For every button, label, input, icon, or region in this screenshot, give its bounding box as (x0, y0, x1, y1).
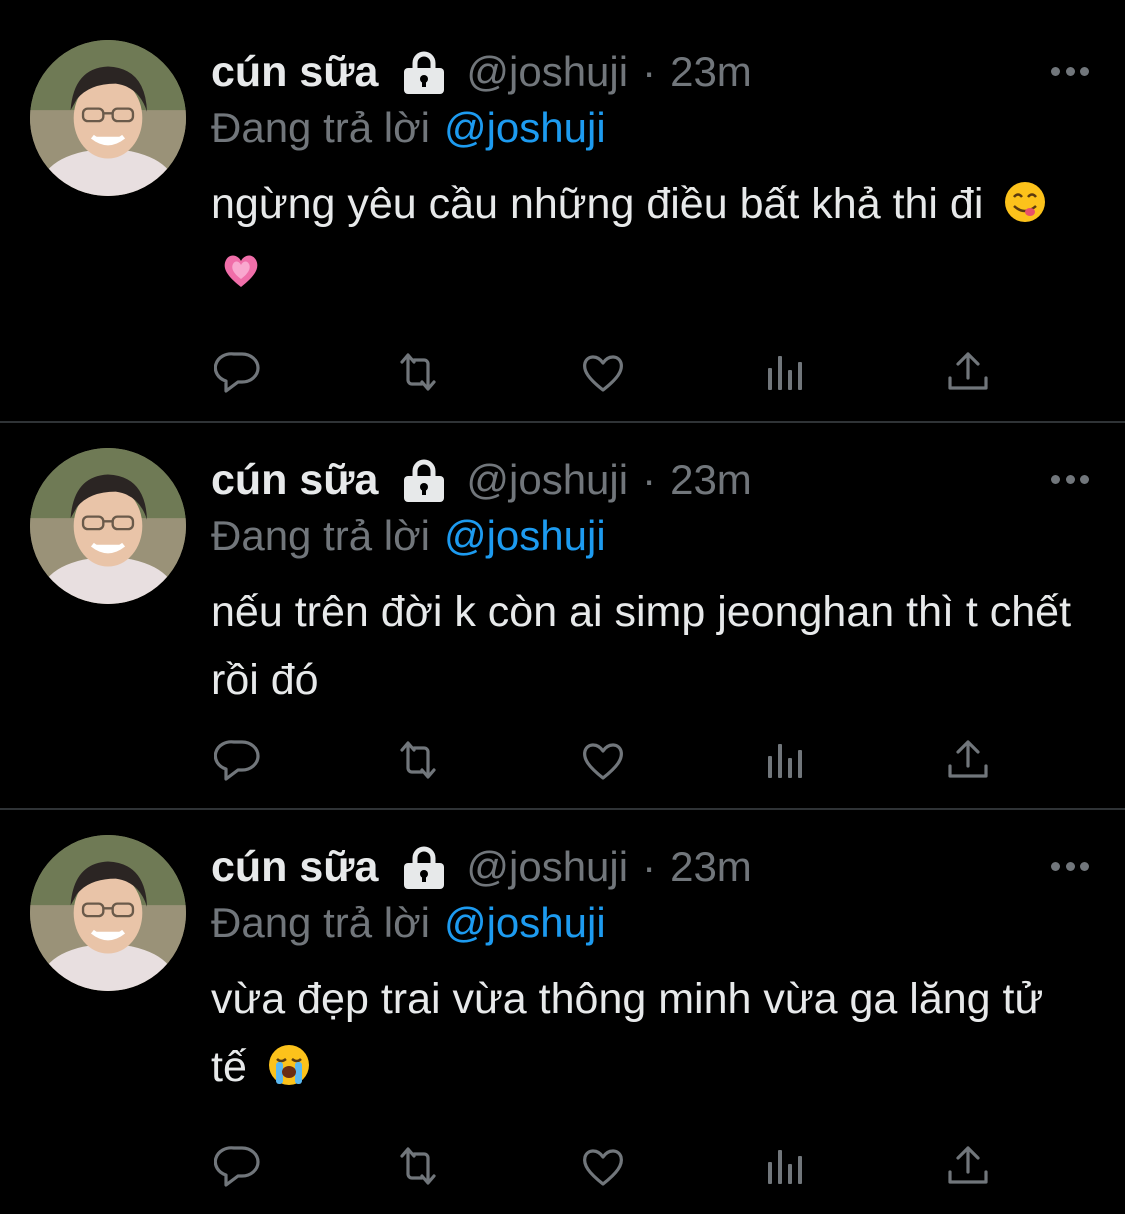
replying-to: Đang trả lời @joshuji (211, 899, 606, 947)
retweet-icon[interactable] (394, 1142, 442, 1190)
handle[interactable]: @joshuji (466, 48, 628, 96)
tweet-actions (214, 348, 994, 398)
tweet-actions (214, 1142, 994, 1192)
timestamp[interactable]: 23m (670, 843, 752, 891)
display-name[interactable]: cún sữa (211, 843, 378, 892)
reply-icon[interactable] (214, 1142, 262, 1190)
separator-dot: · (642, 456, 657, 503)
retweet-icon[interactable] (394, 736, 442, 784)
tweet-header: cún sữa @joshuji · 23m (211, 450, 752, 510)
retweet-icon[interactable] (394, 348, 442, 396)
growing-heart-emoji (219, 244, 263, 288)
tweet-text: ngừng yêu cầu những điều bất khả thi đi (211, 170, 1081, 306)
reply-to-handle[interactable]: @joshuji (444, 104, 606, 151)
lock-icon (400, 845, 448, 889)
display-name[interactable]: cún sữa (211, 456, 378, 505)
tweet[interactable]: cún sữa @joshuji · 23m Đang trả lời @josh… (0, 810, 1125, 1214)
views-icon[interactable] (762, 1142, 810, 1190)
timestamp[interactable]: 23m (670, 48, 752, 96)
share-icon[interactable] (944, 736, 992, 784)
heart-icon[interactable] (579, 348, 627, 396)
separator-dot: · (642, 48, 657, 95)
replying-to: Đang trả lời @joshuji (211, 512, 606, 560)
share-icon[interactable] (944, 348, 992, 396)
share-icon[interactable] (944, 1142, 992, 1190)
reply-to-handle[interactable]: @joshuji (444, 899, 606, 946)
tweet[interactable]: cún sữa @joshuji · 23m Đang trả lời @josh… (0, 0, 1125, 423)
avatar[interactable] (30, 835, 186, 991)
reply-icon[interactable] (214, 348, 262, 396)
tweet-header: cún sữa @joshuji · 23m (211, 837, 752, 897)
avatar[interactable] (30, 40, 186, 196)
reply-icon[interactable] (214, 736, 262, 784)
loudly-crying-face-emoji (267, 1039, 311, 1085)
views-icon[interactable] (762, 348, 810, 396)
reply-prefix: Đang trả lời (211, 104, 430, 151)
heart-icon[interactable] (579, 736, 627, 784)
reply-prefix: Đang trả lời (211, 512, 430, 559)
reply-to-handle[interactable]: @joshuji (444, 512, 606, 559)
heart-icon[interactable] (579, 1142, 627, 1190)
timestamp[interactable]: 23m (670, 456, 752, 504)
tweet-text-body: vừa đẹp trai vừa thông minh vừa ga lăng … (211, 975, 1044, 1091)
tweet-actions (214, 736, 994, 786)
tweet-text-body: nếu trên đời k còn ai simp jeonghan thì … (211, 588, 1072, 704)
tweet-text-body: ngừng yêu cầu những điều bất khả thi đi (211, 180, 984, 228)
more-icon[interactable] (1051, 474, 1089, 484)
lock-icon (400, 458, 448, 502)
tweet-header: cún sữa @joshuji · 23m (211, 42, 752, 102)
replying-to: Đang trả lời @joshuji (211, 104, 606, 152)
views-icon[interactable] (762, 736, 810, 784)
tweet[interactable]: cún sữa @joshuji · 23m Đang trả lời @josh… (0, 423, 1125, 810)
reply-prefix: Đang trả lời (211, 899, 430, 946)
display-name[interactable]: cún sữa (211, 48, 378, 97)
separator-dot: · (642, 843, 657, 890)
tweet-text: vừa đẹp trai vừa thông minh vừa ga lăng … (211, 965, 1081, 1101)
lock-icon (400, 50, 448, 94)
yum-face-emoji (1003, 176, 1047, 222)
handle[interactable]: @joshuji (466, 843, 628, 891)
more-icon[interactable] (1051, 66, 1089, 76)
avatar[interactable] (30, 448, 186, 604)
more-icon[interactable] (1051, 861, 1089, 871)
handle[interactable]: @joshuji (466, 456, 628, 504)
tweet-text: nếu trên đời k còn ai simp jeonghan thì … (211, 578, 1081, 714)
